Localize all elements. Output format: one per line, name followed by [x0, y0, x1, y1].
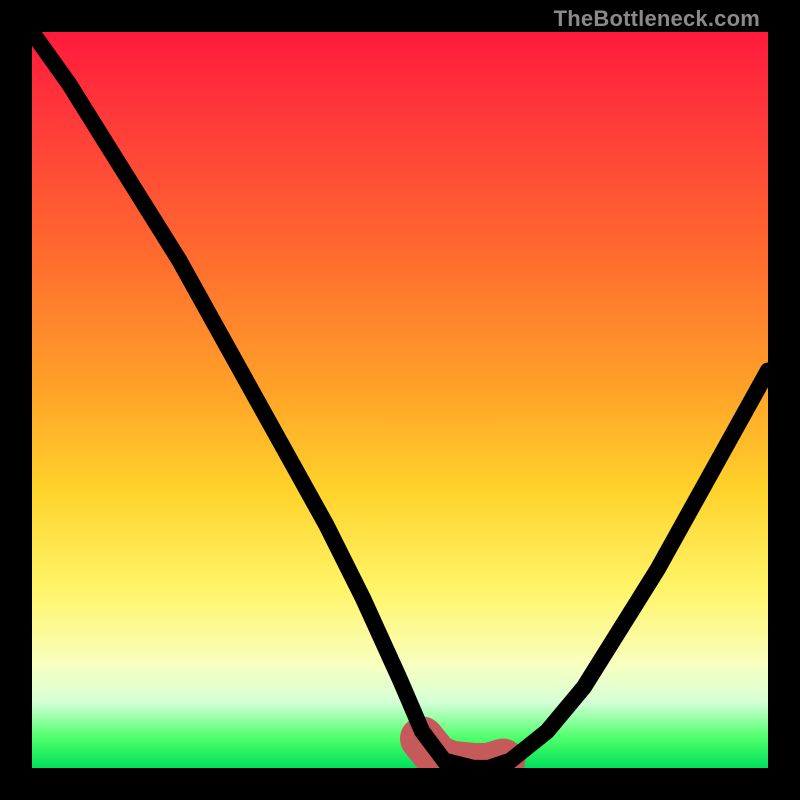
chart-frame: TheBottleneck.com — [0, 0, 800, 800]
bottleneck-curve — [32, 32, 768, 768]
watermark-text: TheBottleneck.com — [554, 6, 760, 32]
curve-path — [32, 32, 768, 768]
plot-area — [32, 32, 768, 768]
